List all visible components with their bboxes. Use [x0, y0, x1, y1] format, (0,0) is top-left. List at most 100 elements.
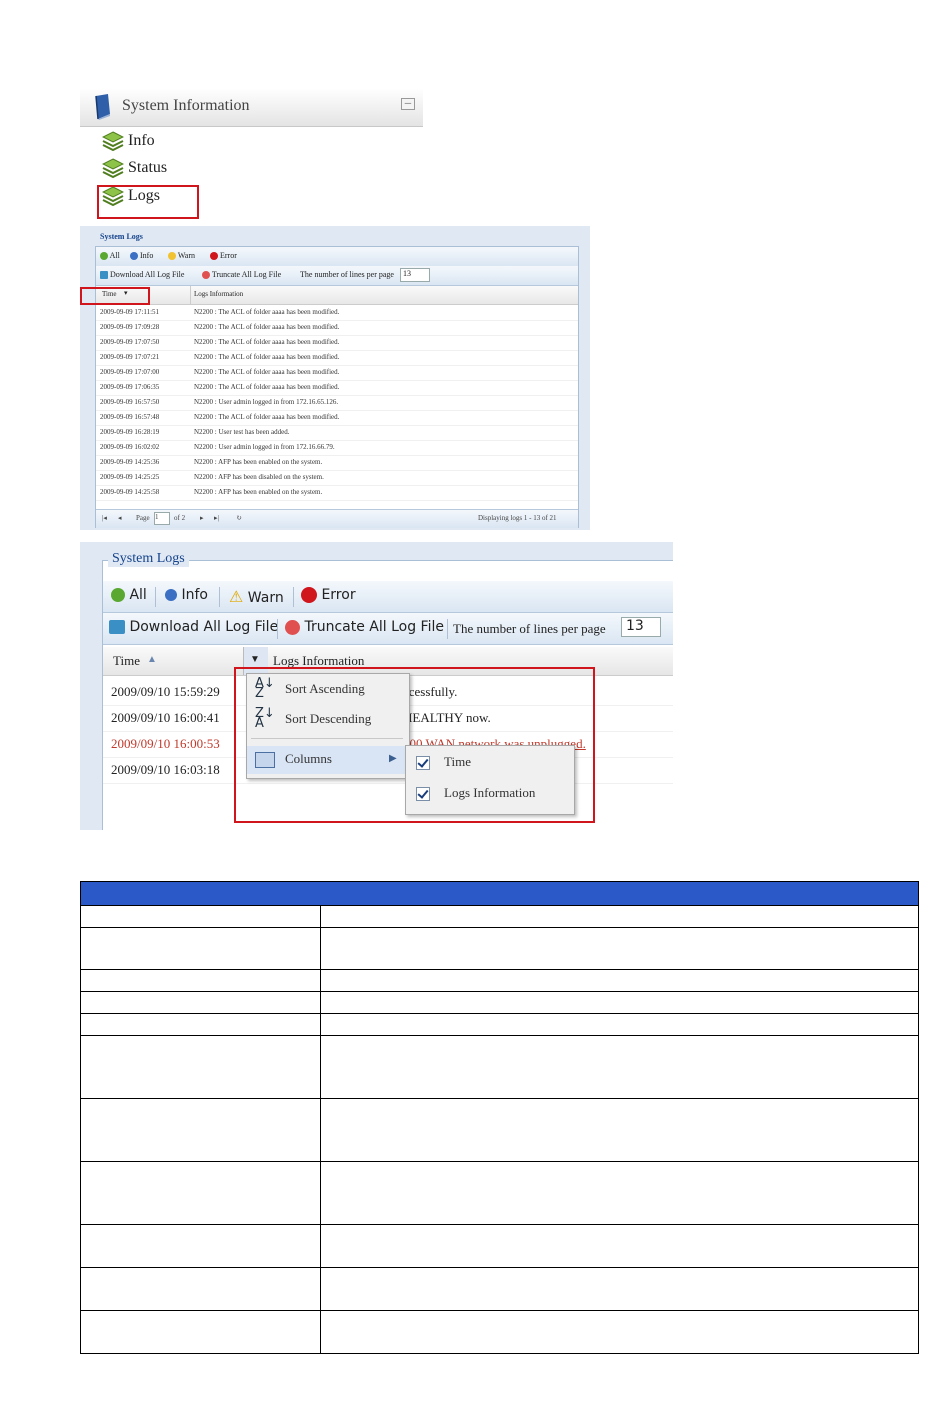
- truncate-log-button[interactable]: Truncate All Log File: [202, 270, 281, 280]
- log-time: 2009-09-09 17:09:28: [100, 323, 160, 331]
- table-row: [80, 1161, 919, 1225]
- table-row: [80, 1098, 919, 1162]
- logs-highlight-box: [97, 185, 199, 219]
- next-page-icon[interactable]: ▸: [200, 514, 204, 522]
- log-time: 2009-09-09 16:02:02: [100, 443, 160, 451]
- table-row[interactable]: 2009-09-09 14:25:58 N2200 : AFP has been …: [96, 485, 578, 501]
- download-icon: [100, 271, 108, 280]
- table-row: [80, 1013, 919, 1036]
- download-label: Download All Log File: [129, 619, 279, 635]
- page-label: Page: [136, 514, 150, 522]
- filter-info-button[interactable]: Info: [165, 587, 208, 603]
- table-row[interactable]: 2009-09-09 16:28:19 N2200 : User test has…: [96, 425, 578, 441]
- system-information-panel: System Information ─ Info Status Logs: [80, 88, 423, 222]
- toolbar-separator: [155, 587, 156, 607]
- filter-all-button[interactable]: All: [111, 587, 147, 603]
- table-row[interactable]: 2009-09-09 14:25:25 N2200 : AFP has been …: [96, 470, 578, 486]
- log-message: N2200 : AFP has been disabled on the sys…: [194, 473, 324, 481]
- error-icon: [210, 252, 218, 261]
- log-message: N2200 : User admin logged in from 172.16…: [194, 398, 339, 406]
- table-row: [80, 1310, 919, 1354]
- filter-toolbar: All Info Warn Error: [96, 247, 578, 267]
- error-icon: [301, 587, 317, 603]
- log-time: 2009/09/10 16:03:18: [111, 762, 220, 777]
- page-input[interactable]: 1: [154, 512, 170, 525]
- filter-warn-label: Warn: [177, 251, 195, 260]
- actions-toolbar: Download All Log File Truncate All Log F…: [96, 266, 578, 286]
- system-logs-legend: System Logs: [100, 232, 143, 241]
- last-page-icon[interactable]: ▸|: [214, 514, 219, 522]
- table-row[interactable]: 2009-09-09 17:09:28 N2200 : The ACL of fo…: [96, 320, 578, 336]
- column-divider[interactable]: [190, 286, 191, 304]
- table-row[interactable]: 2009-09-09 14:25:36 N2200 : AFP has been …: [96, 455, 578, 471]
- prev-page-icon[interactable]: ◂: [118, 514, 122, 522]
- filter-error-button[interactable]: Error: [210, 251, 237, 261]
- filter-error-button[interactable]: Error: [301, 587, 356, 603]
- first-page-icon[interactable]: |◂: [102, 514, 107, 522]
- system-information-header[interactable]: System Information ─: [80, 88, 423, 127]
- table-row[interactable]: 2009-09-09 16:02:02 N2200 : User admin lo…: [96, 440, 578, 456]
- filter-error-label: Error: [321, 587, 356, 603]
- download-log-button[interactable]: Download All Log File: [100, 270, 185, 280]
- log-time: 2009-09-09 17:06:35: [100, 383, 160, 391]
- menu-item-label: Info: [128, 132, 155, 149]
- info-icon: [165, 589, 177, 601]
- all-icon: [100, 252, 108, 261]
- log-time: 2009-09-09 17:11:51: [100, 308, 160, 316]
- log-time: 2009-09-09 17:07:21: [100, 353, 160, 361]
- table-row[interactable]: 2009-09-09 17:07:21 N2200 : The ACL of fo…: [96, 350, 578, 366]
- lines-per-page-input[interactable]: 13: [400, 268, 430, 282]
- log-message: N2200 : The ACL of folder aaaa has been …: [194, 338, 340, 346]
- warn-icon: [168, 252, 176, 261]
- log-time: 2009-09-09 14:25:25: [100, 473, 160, 481]
- filter-info-label: Info: [140, 251, 154, 260]
- table-header-row: [80, 881, 919, 906]
- filter-error-label: Error: [220, 251, 237, 260]
- table-row: [80, 927, 919, 970]
- lines-per-page-input[interactable]: 13: [621, 617, 661, 637]
- table-row[interactable]: 2009-09-09 17:11:51 N2200 : The ACL of fo…: [96, 305, 578, 321]
- log-time: 2009/09/10 15:59:29: [111, 684, 220, 699]
- system-logs-grid: All Info Warn Error Download All Log Fil…: [95, 246, 579, 528]
- log-time: 2009-09-09 17:07:00: [100, 368, 160, 376]
- log-time: 2009-09-09 14:25:58: [100, 488, 160, 496]
- table-row[interactable]: 2009-09-09 17:06:35 N2200 : The ACL of fo…: [96, 380, 578, 396]
- table-row[interactable]: 2009-09-09 17:07:50 N2200 : The ACL of fo…: [96, 335, 578, 351]
- col-time-header[interactable]: Time: [113, 653, 140, 669]
- toolbar-separator: [219, 587, 220, 607]
- system-logs-small-panel: System Logs All Info Warn Error Download…: [80, 226, 590, 530]
- table-row[interactable]: 2009-09-09 17:07:00 N2200 : The ACL of fo…: [96, 365, 578, 381]
- log-message: N2200 : User test has been added.: [194, 428, 290, 436]
- log-time: 2009/09/10 16:00:41: [111, 710, 220, 725]
- toolbar-separator: [277, 619, 278, 639]
- log-message: N2200 : The ACL of folder aaaa has been …: [194, 323, 340, 331]
- filter-info-button[interactable]: Info: [130, 251, 154, 261]
- download-label: Download All Log File: [110, 270, 185, 279]
- filter-all-label: All: [129, 587, 147, 603]
- table-row[interactable]: 2009-09-09 16:57:50 N2200 : User admin lo…: [96, 395, 578, 411]
- table-row: [80, 905, 919, 928]
- menu-highlight-box: [234, 667, 595, 823]
- log-message: N2200 : The ACL of folder aaaa has been …: [194, 308, 340, 316]
- all-icon: [111, 588, 125, 602]
- filter-warn-label: Warn: [247, 590, 284, 606]
- truncate-log-button[interactable]: Truncate All Log File: [285, 619, 444, 635]
- filter-all-button[interactable]: All: [100, 251, 120, 261]
- log-time: 2009-09-09 14:25:36: [100, 458, 160, 466]
- collapse-icon[interactable]: ─: [401, 98, 415, 110]
- grid-header: Time ▾ Logs Information: [96, 286, 578, 305]
- download-log-button[interactable]: Download All Log File: [109, 619, 278, 635]
- truncate-icon: [285, 619, 300, 635]
- col-info-header[interactable]: Logs Information: [194, 290, 243, 298]
- table-row[interactable]: 2009-09-09 16:57:48 N2200 : The ACL of fo…: [96, 410, 578, 426]
- filter-all-label: All: [109, 251, 120, 260]
- chevron-down-icon[interactable]: ▼: [250, 654, 260, 665]
- log-message: N2200 : AFP has been enabled on the syst…: [194, 488, 323, 496]
- filter-warn-button[interactable]: ⚠ Warn: [229, 587, 284, 606]
- toolbar-separator: [447, 619, 448, 639]
- filter-warn-button[interactable]: Warn: [168, 251, 195, 261]
- filter-info-label: Info: [181, 587, 208, 603]
- page-count: of 2: [174, 514, 186, 522]
- refresh-icon[interactable]: ↻: [236, 514, 242, 522]
- log-message: N2200 : User admin logged in from 172.16…: [194, 443, 335, 451]
